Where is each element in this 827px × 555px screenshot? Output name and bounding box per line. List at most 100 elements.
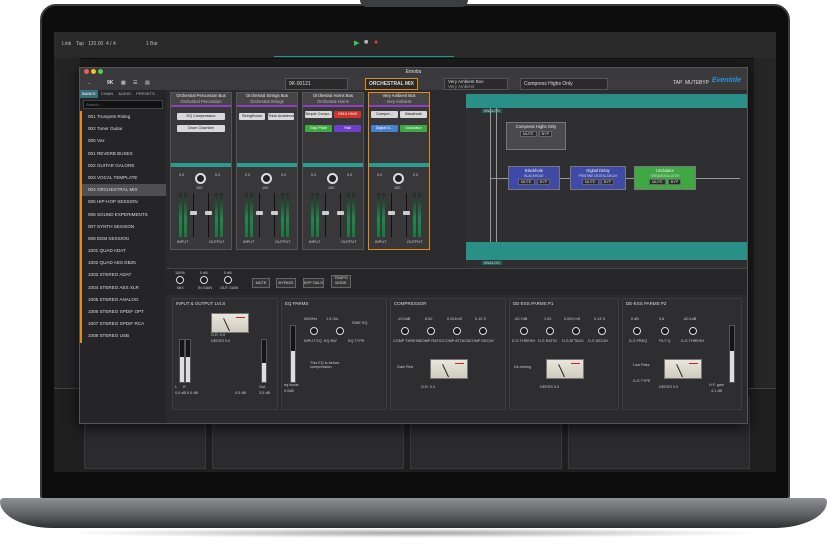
parameter-knob[interactable]	[633, 327, 641, 335]
preset-item[interactable]: 007 SYNTH SESSION	[80, 220, 166, 233]
preset-item[interactable]: 1003 STEREO ADAT	[80, 269, 166, 282]
plugin-slot[interactable]: Undulator	[400, 125, 427, 132]
preset-item[interactable]: 1008 STEREO USB	[80, 330, 166, 343]
parameter-knob[interactable]	[598, 327, 606, 335]
node-bypass-button[interactable]: BYP	[538, 131, 553, 137]
parameter-knob[interactable]	[427, 327, 435, 335]
plugin-slot[interactable]: EQ Compression	[177, 113, 225, 120]
fader-handle[interactable]	[271, 211, 278, 215]
bus-channel[interactable]: Orchestral Horns Bus Orchestral Horns Simp…	[302, 92, 364, 250]
preset-item[interactable]: 004 ORCHESTRAL MIX	[80, 184, 166, 197]
plugin-slot[interactable]: StringRoom	[239, 113, 265, 120]
record-icon[interactable]: ●	[374, 39, 378, 46]
parameter-knob[interactable]	[453, 327, 461, 335]
node-bypass-button[interactable]: BYP	[667, 179, 682, 185]
preset-item[interactable]: 1002 QUAD AES DB25	[80, 257, 166, 270]
gain-slider[interactable]	[729, 325, 735, 383]
plugin-slot[interactable]: Compre...	[371, 111, 398, 118]
back-arrow-icon[interactable]: ←	[84, 78, 95, 88]
bypass-button[interactable]: BYP	[696, 78, 712, 88]
daw-tap[interactable]: Tap	[76, 41, 84, 47]
stop-icon[interactable]: ■	[364, 39, 368, 46]
plugin-slot[interactable]: Blackhole	[400, 111, 427, 118]
preset-item[interactable]: 1001 QUAD ADAT	[80, 245, 166, 258]
node-mute-button[interactable]: MUTE	[581, 179, 599, 185]
channel-id[interactable]: 9K-00121	[285, 78, 348, 90]
plugin-slot[interactable]: H910 H949	[334, 111, 361, 118]
daw-signature[interactable]: 4 / 4	[106, 41, 116, 47]
mix-knob[interactable]	[176, 276, 184, 284]
bus-level-knob[interactable]	[261, 173, 272, 184]
preset-item[interactable]: 1005 STEREO ANALOG	[80, 293, 166, 306]
minimize-icon[interactable]	[91, 69, 96, 74]
plugin-slot[interactable]: Simple Compr...	[305, 111, 332, 118]
preset-item[interactable]: 005 Vox	[80, 135, 166, 148]
routing-node[interactable]: Compress Highs Only MUTE BYP	[506, 122, 566, 150]
fader-handle[interactable]	[337, 211, 344, 215]
bus-selector[interactable]: Very Ambient Bus Very Ambient	[444, 78, 508, 90]
parameter-knob[interactable]	[572, 327, 580, 335]
preset-item[interactable]: 005 HIP-HOP SESSION	[80, 196, 166, 209]
routing-node[interactable]: Blackhole BLACKHOLE MUTE BYP	[508, 166, 560, 190]
plugin-slot[interactable]: Drum Chamber	[177, 125, 225, 132]
parameter-knob[interactable]	[546, 327, 554, 335]
preset-item[interactable]: 002 Tuner Guitar	[80, 123, 166, 136]
mute-control-button[interactable]: MUTE	[252, 278, 270, 288]
fader-handle[interactable]	[205, 211, 212, 215]
tab-banks[interactable]: BANKS	[80, 90, 98, 98]
plugin-slot[interactable]: Digital D...	[371, 125, 398, 132]
gain-slider[interactable]	[290, 325, 296, 383]
tab-presets[interactable]: PRESETS	[134, 90, 157, 98]
parameter-knob[interactable]	[401, 327, 409, 335]
tab-chain[interactable]: CHAIN	[99, 90, 115, 98]
level-slider[interactable]	[185, 339, 191, 383]
preset-item[interactable]: 003 VOCAL TEMPLATE	[80, 171, 166, 185]
preset-item[interactable]: 1007 STEREO SPDIF RCA	[80, 318, 166, 331]
parameter-knob[interactable]	[661, 327, 669, 335]
node-mute-button[interactable]: MUTE	[519, 131, 537, 137]
daw-quantize[interactable]: 1 Bar	[146, 41, 158, 47]
plugin-slot[interactable]: Hall	[334, 125, 361, 132]
node-bypass-button[interactable]: BYP	[536, 179, 551, 185]
preset-item[interactable]: 001 Trumpets Rising	[80, 111, 166, 124]
preset-item[interactable]: 008 EDM SESSION	[80, 232, 166, 246]
in-gain-knob[interactable]	[200, 276, 208, 284]
plugin-slot[interactable]: Thick Ambience	[268, 113, 294, 120]
node-mute-button[interactable]: MUTE	[648, 179, 666, 185]
zoom-icon[interactable]	[98, 69, 103, 74]
daw-tempo[interactable]: 120.00	[88, 41, 103, 47]
folder-icon[interactable]: ▤	[142, 78, 153, 88]
byp-tails-button[interactable]: BYP TAILS	[303, 278, 324, 288]
bus-channel[interactable]: Very Ambient Bus Very Ambient Compre... Bla…	[368, 92, 430, 250]
tab-audio[interactable]: AUDIO	[116, 90, 133, 98]
preset-item[interactable]: 1006 STEREO SPDIF OPT	[80, 306, 166, 319]
daw-link[interactable]: Link	[62, 41, 71, 47]
close-icon[interactable]	[84, 69, 89, 74]
fader-handle[interactable]	[190, 211, 197, 215]
list-icon[interactable]: ☰	[130, 78, 140, 88]
preset-selector[interactable]: Compress Highs Only	[520, 78, 608, 90]
level-slider[interactable]	[261, 339, 267, 383]
parameter-knob[interactable]	[336, 327, 344, 335]
out-gain-knob[interactable]	[224, 276, 232, 284]
parameter-knob[interactable]	[520, 327, 528, 335]
bus-level-knob[interactable]	[195, 173, 206, 184]
parameter-knob[interactable]	[310, 327, 318, 335]
bus-channel[interactable]: Orchestral Percussion Bus Orchestral Perc…	[170, 92, 232, 250]
parameter-knob[interactable]	[479, 327, 487, 335]
fader-handle[interactable]	[322, 211, 329, 215]
bus-channel[interactable]: Orchestral Strings Bus Orchestral Strings…	[236, 92, 298, 250]
fader-handle[interactable]	[256, 211, 263, 215]
preset-item[interactable]: 002 GUITAR GALORE	[80, 159, 166, 172]
node-mute-button[interactable]: MUTE	[517, 179, 535, 185]
node-bypass-button[interactable]: BYP	[600, 179, 615, 185]
grid-icon[interactable]: ▦	[118, 78, 129, 88]
preset-item[interactable]: 1004 STEREO AES XLR	[80, 281, 166, 294]
preset-item[interactable]: 001 REVERB BUSES	[80, 147, 166, 160]
group-selector[interactable]: ORCHESTRAL MIX	[365, 78, 418, 90]
fader-handle[interactable]	[403, 211, 410, 215]
fader-handle[interactable]	[388, 211, 395, 215]
search-input[interactable]: Search...	[83, 100, 163, 109]
bus-level-knob[interactable]	[327, 173, 338, 184]
parameter-knob[interactable]	[689, 327, 697, 335]
